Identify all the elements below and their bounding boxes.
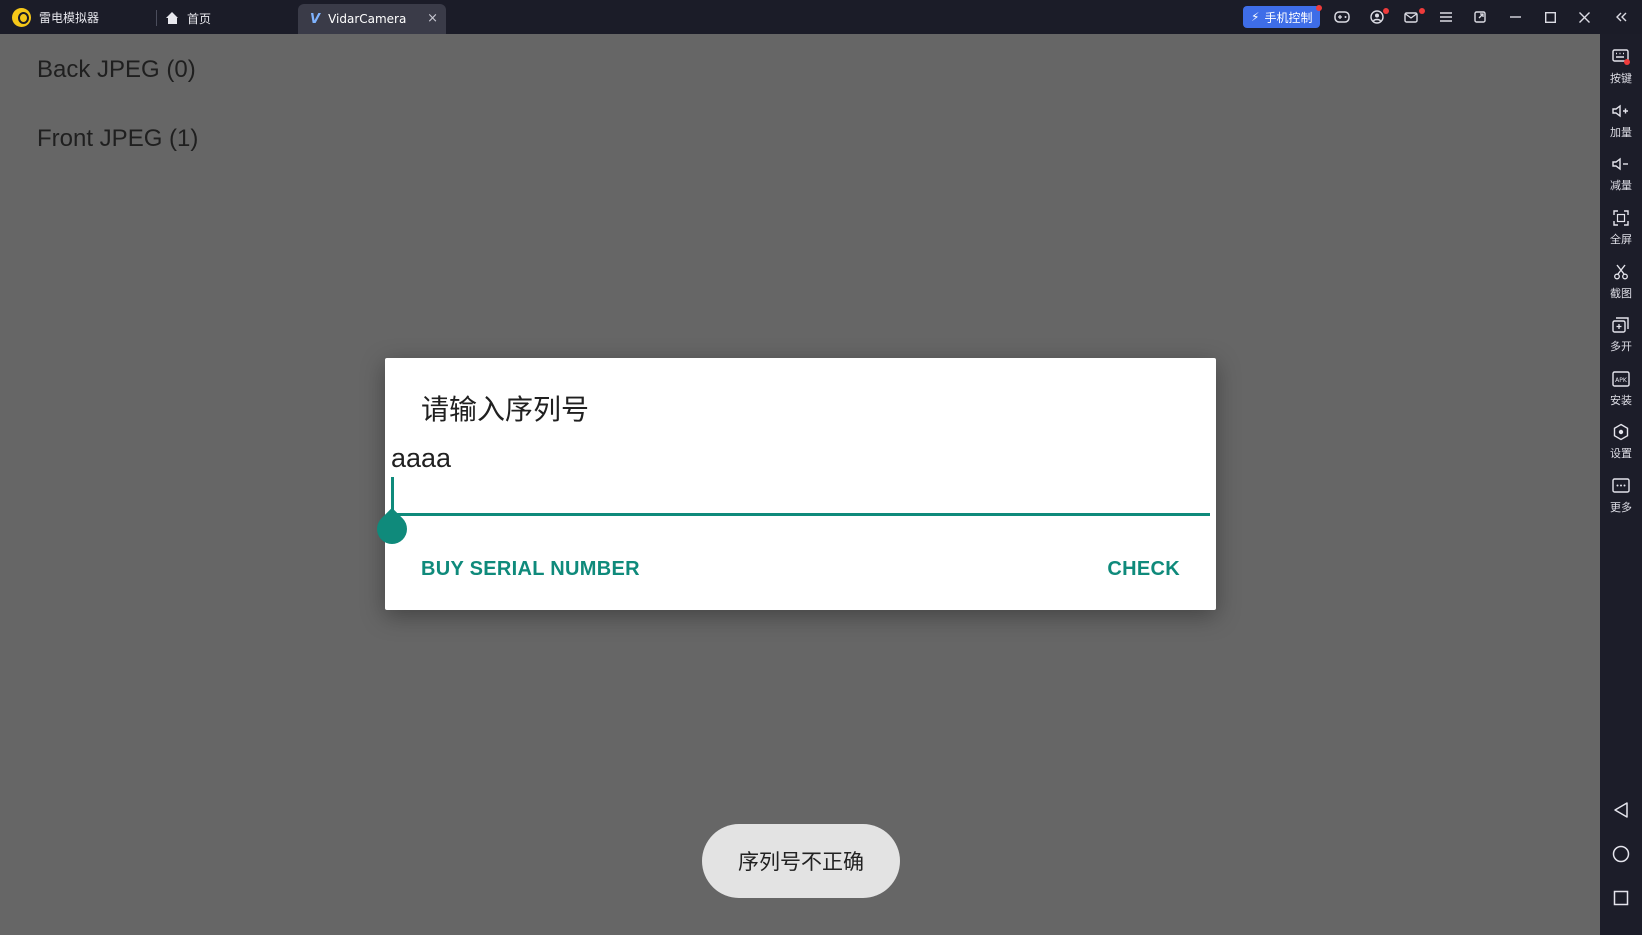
restore-window-icon[interactable]	[1471, 8, 1489, 26]
emulator-sidebar: 按键 加量 减量 全屏 截图 多开 APK 安装 设置 更多	[1600, 34, 1642, 935]
sidebar-item-volume-down[interactable]: 减量	[1600, 154, 1642, 206]
sidebar-item-fullscreen[interactable]: 全屏	[1600, 208, 1642, 260]
title-bar: 雷电模拟器 首页 V VidarCamera × ⚡ 手机控制	[0, 0, 1642, 34]
sidebar-item-settings[interactable]: 设置	[1600, 422, 1642, 474]
collapse-sidebar-icon[interactable]	[1612, 8, 1630, 26]
lightning-icon: ⚡	[1251, 10, 1260, 24]
mail-icon[interactable]	[1402, 8, 1420, 26]
sidebar-label: 按键	[1610, 72, 1632, 85]
sidebar-item-install[interactable]: APK 安装	[1600, 369, 1642, 421]
buy-serial-number-button[interactable]: BUY SERIAL NUMBER	[421, 558, 640, 581]
multi-window-icon	[1611, 315, 1631, 335]
more-icon	[1611, 476, 1631, 496]
vidarcamera-app-icon: V	[310, 11, 321, 27]
ldplayer-logo-icon	[12, 8, 31, 27]
tab-divider	[156, 10, 157, 26]
fullscreen-icon	[1611, 208, 1631, 228]
notification-dot	[1383, 8, 1389, 14]
sidebar-item-keys[interactable]: 按键	[1600, 47, 1642, 99]
sidebar-label: 减量	[1610, 179, 1632, 192]
maximize-icon[interactable]	[1541, 8, 1559, 26]
list-item-back-jpeg[interactable]: Back JPEG (0)	[37, 56, 196, 84]
sidebar-label: 多开	[1610, 340, 1632, 353]
svg-text:APK: APK	[1615, 377, 1628, 384]
home-icon	[166, 12, 179, 24]
sidebar-item-volume-up[interactable]: 加量	[1600, 101, 1642, 153]
sidebar-label: 加量	[1610, 126, 1632, 139]
settings-icon	[1611, 422, 1631, 442]
sidebar-item-more[interactable]: 更多	[1600, 476, 1642, 528]
sidebar-label: 更多	[1610, 501, 1632, 514]
nav-back-button[interactable]	[1610, 799, 1632, 821]
apk-install-icon: APK	[1611, 369, 1631, 389]
serial-number-input[interactable]: aaaa	[391, 443, 451, 474]
volume-down-icon	[1611, 154, 1631, 174]
check-button[interactable]: CHECK	[1107, 558, 1180, 581]
tab-home[interactable]: 首页	[166, 5, 211, 31]
toast-message: 序列号不正确	[702, 824, 900, 898]
nav-recents-button[interactable]	[1610, 887, 1632, 909]
notification-dot	[1419, 8, 1425, 14]
sidebar-item-screenshot[interactable]: 截图	[1600, 262, 1642, 314]
list-item-front-jpeg[interactable]: Front JPEG (1)	[37, 125, 198, 153]
sidebar-label: 全屏	[1610, 233, 1632, 246]
sidebar-label: 安装	[1610, 394, 1632, 407]
text-cursor	[391, 477, 394, 511]
recents-square-icon	[1613, 890, 1629, 906]
notification-dot	[1316, 5, 1322, 11]
serial-number-dialog: 请输入序列号 aaaa BUY SERIAL NUMBER CHECK	[370, 358, 1216, 610]
app-brand[interactable]: 雷电模拟器	[12, 8, 99, 27]
close-icon[interactable]	[1575, 8, 1593, 26]
tab-vidarcamera-label: VidarCamera	[328, 12, 407, 26]
input-underline	[391, 513, 1210, 516]
scissors-icon	[1611, 262, 1631, 282]
gamepad-icon[interactable]	[1333, 8, 1351, 26]
sidebar-label: 设置	[1610, 447, 1632, 460]
app-name: 雷电模拟器	[39, 11, 100, 25]
minimize-icon[interactable]	[1506, 8, 1524, 26]
menu-icon[interactable]	[1437, 8, 1455, 26]
home-circle-icon	[1612, 845, 1630, 863]
dialog-title: 请输入序列号	[421, 393, 590, 426]
volume-up-icon	[1611, 101, 1631, 121]
tab-home-label: 首页	[187, 11, 212, 26]
keyboard-icon	[1611, 47, 1631, 67]
nav-home-button[interactable]	[1610, 843, 1632, 865]
back-triangle-icon	[1614, 802, 1628, 818]
phone-control-label: 手机控制	[1264, 10, 1313, 25]
phone-control-button[interactable]: ⚡ 手机控制	[1243, 6, 1321, 28]
android-screen: Back JPEG (0) Front JPEG (1) 请输入序列号 aaaa…	[0, 34, 1600, 935]
tab-vidarcamera[interactable]: V VidarCamera ×	[298, 4, 446, 34]
tab-close-icon[interactable]: ×	[427, 11, 438, 26]
sidebar-item-multi-open[interactable]: 多开	[1600, 315, 1642, 367]
sidebar-label: 截图	[1610, 287, 1632, 300]
